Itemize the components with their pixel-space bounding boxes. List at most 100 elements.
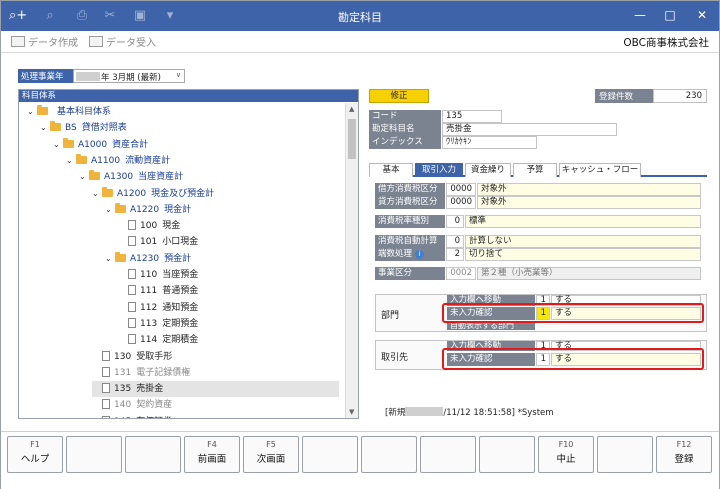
tab-transaction-input[interactable]: 取引入力 — [415, 163, 463, 177]
tree-node-code: 112 — [140, 302, 158, 313]
function-key-empty-6[interactable] — [302, 436, 358, 473]
tree-node[interactable]: ⌄ A1300 当座資産計 — [79, 169, 183, 185]
debit-tax-label: 借方消費税区分 — [375, 183, 445, 196]
dept-highlight-box — [442, 303, 704, 323]
tree-node[interactable]: ⌄ BS 貸借対照表 — [40, 120, 127, 136]
function-key-empty-2[interactable] — [66, 436, 122, 473]
tree-node[interactable]: 101 小口現金 — [118, 234, 198, 250]
tree-node[interactable]: 131 電子記録債権 — [92, 365, 190, 381]
tree-node[interactable]: ⌄ A1230 預金計 — [105, 251, 191, 267]
tree-node[interactable]: 111 普通預金 — [118, 283, 198, 299]
index-label: インデックス — [369, 136, 441, 149]
app-window: ⌕+ ⌕ ⎙ ✂ ▣ ▾ 勘定科目 — □ ✕ データ作成 データ受入 OBC商… — [0, 0, 720, 489]
maximize-icon[interactable]: □ — [661, 6, 679, 24]
chevron-down-icon: ∨ — [175, 71, 181, 79]
status-prefix: [新規 — [385, 408, 406, 418]
data-create-button[interactable]: データ作成 — [11, 34, 78, 50]
folder-icon — [63, 137, 74, 148]
account-name-field[interactable]: 売掛金 — [442, 123, 617, 136]
debit-tax-code[interactable]: 0000 — [446, 183, 476, 196]
tree-node-code: A1220 — [130, 204, 160, 215]
tree-node-label: 定期積金 — [162, 335, 199, 346]
function-key-code: F12 — [676, 440, 692, 449]
chevron-down-icon[interactable]: ⌄ — [105, 251, 115, 267]
tax-rate-type-value: 標準 — [465, 215, 701, 228]
function-key-code: F10 — [558, 440, 574, 449]
tree-node[interactable]: ⌄ 基本科目体系 — [27, 104, 111, 120]
chevron-down-icon[interactable]: ⌄ — [40, 120, 50, 136]
close-icon[interactable]: ✕ — [693, 6, 711, 24]
minimize-icon[interactable]: — — [631, 6, 649, 24]
partner-title: 取引先 — [381, 353, 409, 363]
credit-tax-code[interactable]: 0000 — [446, 196, 476, 209]
tree-scrollbar[interactable]: ▲ ▼ — [345, 103, 358, 418]
tab-cash-flow-schedule[interactable]: 資金繰り — [465, 163, 511, 177]
index-field[interactable]: ｳﾘｶｹｷﾝ — [442, 136, 537, 149]
function-key-empty-7[interactable] — [361, 436, 417, 473]
auto-calc-code[interactable]: 0 — [446, 235, 464, 248]
function-key-f5[interactable]: F5 次画面 — [243, 436, 299, 473]
record-status: [新規/11/12 18:51:58] *System — [385, 406, 554, 418]
code-field[interactable]: 135 — [442, 110, 502, 123]
tree-node-code: 100 — [140, 221, 158, 232]
status-date: /11/12 18:51:58] — [443, 408, 515, 418]
document-icon — [128, 269, 136, 279]
chevron-down-icon[interactable]: ⌄ — [27, 104, 37, 120]
account-name-label: 勘定科目名 — [369, 123, 441, 136]
tree-node[interactable]: 112 通知預金 — [118, 300, 198, 316]
scroll-thumb[interactable] — [348, 119, 356, 159]
mode-button[interactable]: 修正 — [369, 89, 429, 103]
tree-node[interactable]: ⌄ A1200 現金及び預金計 — [92, 186, 214, 202]
function-key-empty-3[interactable] — [125, 436, 181, 473]
tree-node-code: 140 — [114, 400, 132, 411]
business-type-code[interactable]: 0002 — [446, 267, 476, 280]
tree-node-label: 当座預金 — [162, 270, 199, 280]
tree-node-label: 資産合計 — [112, 139, 149, 150]
tree-node[interactable]: 114 定期積金 — [118, 332, 198, 348]
tree-node[interactable]: 113 定期預金 — [118, 316, 198, 332]
chevron-down-icon[interactable]: ⌄ — [79, 169, 89, 185]
folder-icon — [76, 153, 87, 164]
tab-budget[interactable]: 予算 — [513, 163, 557, 177]
tree-node[interactable]: ⌄ A1000 資産合計 — [53, 137, 148, 153]
function-key-empty-11[interactable] — [597, 436, 653, 473]
folder-icon — [89, 170, 100, 181]
tree-node-label: 受取手形 — [136, 351, 173, 362]
chevron-down-icon[interactable]: ⌄ — [92, 186, 102, 202]
tree-node[interactable]: 130 受取手形 — [92, 349, 172, 365]
scroll-up-icon[interactable]: ▲ — [349, 105, 354, 113]
tree-node[interactable]: 145 有価証券 — [92, 414, 172, 418]
function-key-f4[interactable]: F4 前画面 — [184, 436, 240, 473]
tree-node[interactable]: 135 売掛金 — [92, 381, 339, 398]
folder-icon — [115, 202, 126, 213]
department-title: 部門 — [381, 311, 400, 321]
tab-cash-flow[interactable]: キャッシュ・フロー — [559, 163, 641, 177]
rounding-code[interactable]: 2 — [446, 248, 464, 261]
tax-rate-type-code[interactable]: 0 — [446, 215, 464, 228]
chevron-down-icon[interactable]: ⌄ — [105, 202, 115, 218]
tree-node[interactable]: 100 現金 — [118, 218, 180, 234]
chevron-down-icon[interactable]: ⌄ — [53, 137, 63, 153]
function-key-f1[interactable]: F1 ヘルプ — [7, 436, 63, 473]
tree-node[interactable]: ⌄ A1100 流動資産計 — [66, 153, 170, 169]
chevron-down-icon[interactable]: ⌄ — [66, 153, 76, 169]
tree-node[interactable]: ⌄ A1220 現金計 — [105, 202, 191, 218]
fiscal-year-select[interactable]: 年 3月期 (最新) ∨ — [73, 69, 185, 83]
function-key-empty-8[interactable] — [420, 436, 476, 473]
info-icon[interactable]: i — [415, 250, 425, 259]
tree-node[interactable]: 140 契約資産 — [92, 397, 172, 413]
rounding-value: 切り捨て — [465, 248, 701, 261]
tree-node[interactable]: 110 当座預金 — [118, 267, 198, 283]
tree-node-label: 現金計 — [164, 204, 192, 215]
company-name: OBC商事株式会社 — [623, 37, 709, 49]
title-bar: ⌕+ ⌕ ⎙ ✂ ▣ ▾ 勘定科目 — □ ✕ — [1, 1, 719, 31]
data-import-button[interactable]: データ受入 — [89, 34, 156, 50]
tab-basic[interactable]: 基本 — [369, 163, 413, 177]
scroll-down-icon[interactable]: ▼ — [349, 408, 354, 416]
function-key-label: 前画面 — [197, 454, 227, 465]
function-key-f10[interactable]: F10 中止 — [538, 436, 594, 473]
auto-calc-value: 計算しない — [465, 235, 701, 248]
function-key-empty-9[interactable] — [479, 436, 535, 473]
function-key-f12[interactable]: F12 登録 — [656, 436, 712, 473]
tree-node-label: 当座資産計 — [138, 172, 184, 183]
